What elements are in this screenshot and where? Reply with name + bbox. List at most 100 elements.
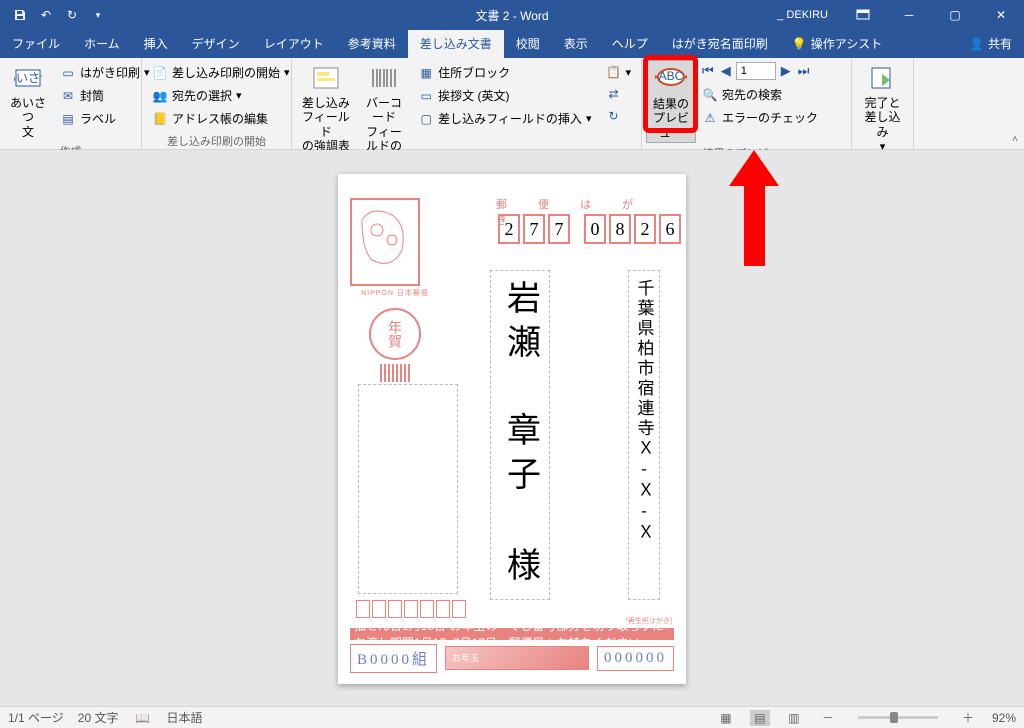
repeat-icon[interactable]: ↻ <box>60 3 84 27</box>
address-icon: ▦ <box>418 65 434 81</box>
read-mode-icon[interactable]: ▦ <box>716 710 736 726</box>
postcard-page: NIPPON 日本郵便 年賀 郵 便 は が き 2 7 7 0 8 2 6 千… <box>338 174 686 684</box>
recipients-icon: 👥 <box>152 88 168 104</box>
svg-text:ABC: ABC <box>659 69 684 83</box>
tab-file[interactable]: ファイル <box>0 29 72 58</box>
hagaki-print-button[interactable]: ▭はがき印刷 ▾ <box>56 62 154 83</box>
zip-digit: 7 <box>523 214 545 244</box>
zoom-out-button[interactable]: － <box>818 710 838 726</box>
group-start-label: 差し込み印刷の開始 <box>146 131 287 151</box>
save-icon[interactable] <box>8 3 32 27</box>
field-icon: ▢ <box>418 111 434 127</box>
nenga-stamp: 年賀 <box>369 308 421 360</box>
update-icon: ↻ <box>605 108 621 124</box>
share-icon: 👤 <box>969 37 984 51</box>
bulb-icon: 💡 <box>792 37 807 51</box>
finish-icon <box>867 62 899 94</box>
maximize-button[interactable]: ▢ <box>932 0 978 30</box>
error-icon: ⚠ <box>702 110 718 126</box>
stamp-frame <box>350 198 420 286</box>
stripes-decoration <box>350 364 440 382</box>
annotation-arrow <box>729 150 779 266</box>
lottery-number: 000000 <box>597 646 674 671</box>
envelope-button[interactable]: ✉封筒 <box>56 85 154 106</box>
proofing-icon[interactable]: 📖 <box>132 710 152 726</box>
postcard-icon: ▭ <box>60 65 76 81</box>
lottery-row: B0000組 000000 <box>350 644 674 672</box>
greeting-line-icon: ▭ <box>418 88 434 104</box>
greeting-icon: あいさつ <box>12 62 44 94</box>
label-icon: ▤ <box>60 111 76 127</box>
zip-digit: 2 <box>498 214 520 244</box>
ribbon-display-icon[interactable] <box>840 0 886 30</box>
recipient-address-field[interactable]: 千葉県柏市宿連寺Ｘ‐Ｘ‐Ｘ <box>628 270 660 600</box>
tab-home[interactable]: ホーム <box>72 29 132 58</box>
prev-record-button[interactable]: ◀ <box>719 63 733 79</box>
share-button[interactable]: 👤共有 <box>957 29 1024 58</box>
envelope-icon: ✉ <box>60 88 76 104</box>
tab-hagaki[interactable]: はがき宛名面印刷 <box>660 29 780 58</box>
qat-customize-icon[interactable]: ▾ <box>86 3 110 27</box>
zoom-slider[interactable] <box>858 716 938 719</box>
address-block-button[interactable]: ▦住所ブロック <box>414 62 595 83</box>
tell-me[interactable]: 💡操作アシスト <box>780 29 894 58</box>
select-recipients-button[interactable]: 👥宛先の選択 ▾ <box>148 85 294 106</box>
undo-icon[interactable]: ↶ <box>34 3 58 27</box>
zip-code-boxes: 2 7 7 0 8 2 6 <box>498 214 681 244</box>
merge-icon: 📄 <box>152 65 168 81</box>
update-labels-button[interactable]: ↻ <box>601 106 635 126</box>
addressbook-icon: 📒 <box>152 111 168 127</box>
zip-digit: 2 <box>634 214 656 244</box>
svg-text:あいさつ: あいさつ <box>14 71 42 85</box>
print-layout-icon[interactable]: ▤ <box>750 710 770 726</box>
tab-insert[interactable]: 挿入 <box>132 29 180 58</box>
rules-button[interactable]: 📋▾ <box>601 62 635 82</box>
web-layout-icon[interactable]: ▥ <box>784 710 804 726</box>
barcode-icon <box>368 62 400 94</box>
first-record-button[interactable]: ⏮ <box>700 63 716 79</box>
otoshidama-graphic <box>445 646 589 670</box>
preview-results-button[interactable]: ABC 結果の プレビュー <box>646 60 696 143</box>
zoom-level[interactable]: 92% <box>992 711 1016 725</box>
window-title: 文書 2 - Word <box>475 7 548 24</box>
document-canvas[interactable]: NIPPON 日本郵便 年賀 郵 便 は が き 2 7 7 0 8 2 6 千… <box>0 150 1024 706</box>
greeting-button[interactable]: あいさつ あいさつ 文 <box>4 60 52 141</box>
zoom-in-button[interactable]: ＋ <box>958 710 978 726</box>
find-recipient-button[interactable]: 🔍宛先の検索 <box>698 84 822 105</box>
edit-addressbook-button[interactable]: 📒アドレス帳の編集 <box>148 108 294 129</box>
start-merge-button[interactable]: 📄差し込み印刷の開始 ▾ <box>148 62 294 83</box>
recipient-name-field[interactable]: 岩瀬 章子 様 <box>490 270 550 600</box>
zip-digit: 6 <box>659 214 681 244</box>
tab-help[interactable]: ヘルプ <box>600 29 660 58</box>
label-button[interactable]: ▤ラベル <box>56 108 154 129</box>
highlight-icon <box>310 62 342 94</box>
stamp-label: NIPPON 日本郵便 <box>350 288 440 298</box>
match-icon: ⇄ <box>605 86 621 102</box>
tab-layout[interactable]: レイアウト <box>252 29 336 58</box>
check-errors-button[interactable]: ⚠エラーのチェック <box>698 107 822 128</box>
page-indicator[interactable]: 1/1 ページ <box>8 709 64 726</box>
greeting-line-button[interactable]: ▭挨拶文 (英文) <box>414 85 595 106</box>
finish-merge-button[interactable]: 完了と 差し込み ▾ <box>856 60 909 156</box>
minimize-button[interactable]: ─ <box>886 0 932 30</box>
ribbon: あいさつ あいさつ 文 ▭はがき印刷 ▾ ✉封筒 ▤ラベル 作成 📄差し込み印刷… <box>0 58 1024 150</box>
sender-field[interactable] <box>358 384 458 594</box>
tab-review[interactable]: 校閲 <box>504 29 552 58</box>
word-count[interactable]: 20 文字 <box>78 709 119 726</box>
lottery-group: B0000組 <box>350 644 437 673</box>
status-bar: 1/1 ページ 20 文字 📖 日本語 ▦ ▤ ▥ － ＋ 92% <box>0 706 1024 728</box>
user-name[interactable]: _ DEKIRU <box>777 9 828 21</box>
match-fields-button[interactable]: ⇄ <box>601 84 635 104</box>
tab-references[interactable]: 参考資料 <box>336 29 408 58</box>
close-button[interactable]: ✕ <box>978 0 1024 30</box>
insert-field-button[interactable]: ▢差し込みフィールドの挿入 ▾ <box>414 108 595 129</box>
record-number-input[interactable] <box>736 62 776 80</box>
collapse-ribbon-icon[interactable]: ˄ <box>1012 134 1018 145</box>
language-indicator[interactable]: 日本語 <box>166 709 202 726</box>
tab-view[interactable]: 表示 <box>552 29 600 58</box>
tab-design[interactable]: デザイン <box>180 29 252 58</box>
next-record-button[interactable]: ▶ <box>779 63 793 79</box>
zip-digit: 0 <box>584 214 606 244</box>
last-record-button[interactable]: ⏭ <box>796 63 812 79</box>
tab-mailings[interactable]: 差し込み文書 <box>408 29 504 58</box>
